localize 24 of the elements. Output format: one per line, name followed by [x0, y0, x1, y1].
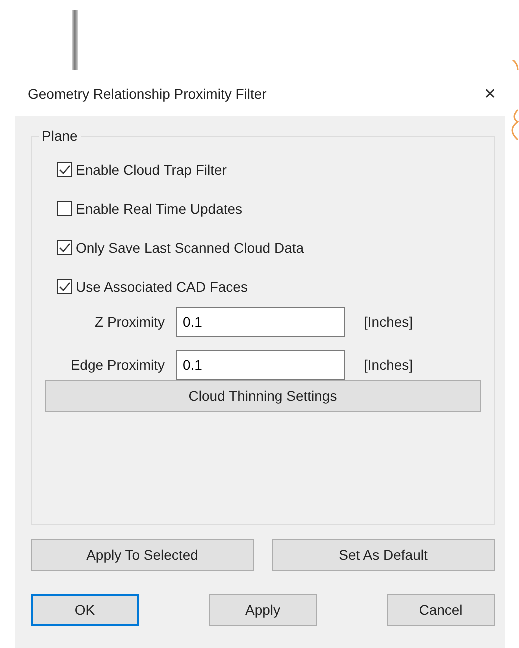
splitter-bar	[72, 10, 78, 70]
dialog-button[interactable]: Apply	[209, 594, 317, 626]
settings-button[interactable]: Cloud Thinning Settings	[45, 380, 481, 412]
checkbox-label: Use Associated CAD Faces	[76, 278, 248, 294]
input-field[interactable]: 0.1	[176, 307, 345, 337]
field-label: Z Proximity	[94, 314, 165, 330]
close-button[interactable]: ✕	[480, 83, 501, 105]
checkbox[interactable]	[57, 279, 72, 294]
input-field[interactable]: 0.1	[176, 350, 345, 380]
checkbox[interactable]	[57, 240, 72, 255]
checkbox[interactable]	[57, 162, 72, 177]
dialog-button[interactable]: OK	[31, 594, 139, 626]
checkbox-label: Only Save Last Scanned Cloud Data	[76, 240, 304, 256]
action-button[interactable]: Apply To Selected	[31, 539, 254, 571]
field-label: Edge Proximity	[70, 357, 165, 373]
unit-label: [Inches]	[364, 357, 414, 373]
dialog-button[interactable]: Cancel	[387, 594, 495, 626]
unit-label: [Inches]	[364, 314, 414, 330]
checkbox-label: Enable Cloud Trap Filter	[76, 162, 227, 178]
checkbox-label: Enable Real Time Updates	[76, 200, 243, 216]
window-title: Geometry Relationship Proximity Filter	[28, 86, 267, 102]
checkbox[interactable]	[57, 201, 72, 216]
action-button[interactable]: Set As Default	[272, 539, 495, 571]
group-title: Plane	[41, 128, 79, 144]
